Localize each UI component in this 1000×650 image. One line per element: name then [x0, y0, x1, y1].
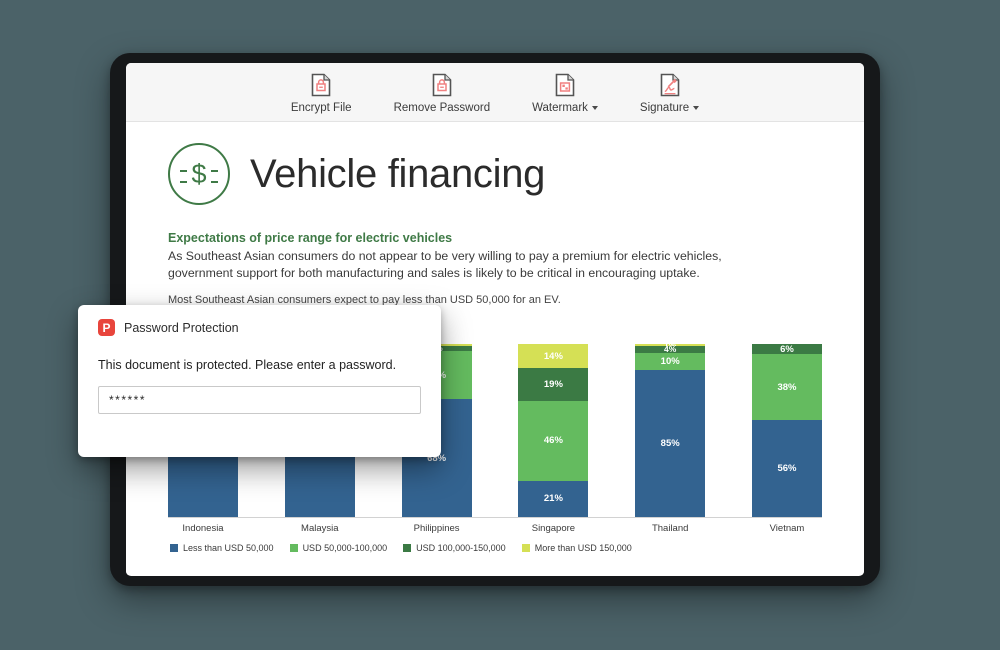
toolbar-label: Encrypt File [291, 102, 352, 114]
toolbar-label-text: Encrypt File [290, 101, 352, 114]
password-input[interactable]: ****** [98, 386, 421, 414]
legend-swatch [403, 544, 412, 552]
bar-singapore: 14% 19% 46% 21% [518, 344, 589, 517]
bar-segment: 38% [751, 354, 822, 421]
bar-segment: 21% [518, 480, 589, 517]
legend-swatch [289, 544, 298, 552]
bar-segment: 6% [751, 344, 822, 355]
chart-legend: Less than USD 50,000 USD 50,000-100,000 US… [168, 543, 822, 553]
dialog-title-bar: P Password Protection [98, 319, 421, 336]
x-axis-label: Singapore [531, 523, 576, 534]
chevron-down-icon[interactable] [693, 105, 700, 110]
chart-x-axis-labels: Indonesia Malaysia Philippines Singapore Tha… [168, 523, 822, 534]
x-axis-label: Thailand [651, 523, 689, 534]
dollar-circle-logo-icon: $ [168, 143, 230, 205]
toolbar: Encrypt File Remove Password Watermark S… [126, 63, 864, 122]
legend-label: USD 50,000-100,000 [302, 543, 388, 553]
bar-segment: 85% [635, 369, 706, 517]
toolbar-label: Watermark [532, 102, 598, 114]
bar-segment: 14% [518, 344, 589, 369]
legend-label: More than USD 150,000 [534, 543, 632, 553]
toolbar-label-text: Signature [639, 101, 690, 114]
legend-swatch [170, 544, 178, 552]
toolbar-label-text: Remove Password [393, 101, 491, 114]
x-axis-label: Indonesia [182, 523, 224, 534]
unlock-document-icon [432, 73, 452, 97]
x-axis-label: Malaysia [301, 523, 339, 534]
section-subheading: Expectations of price range for electric… [168, 231, 453, 245]
lock-document-icon [311, 73, 331, 97]
watermark-document-icon [555, 73, 575, 97]
legend-item[interactable]: USD 50,000-100,000 [289, 543, 388, 553]
bar-segment: 19% [518, 368, 589, 402]
bar-segment: 46% [518, 401, 589, 481]
legend-swatch [521, 544, 530, 552]
toolbar-button-encrypt-file[interactable]: Encrypt File [289, 73, 354, 114]
chevron-down-icon[interactable] [591, 105, 598, 110]
section-body-text: As Southeast Asian consumers do not appe… [168, 249, 722, 281]
x-axis-label: Philippines [413, 523, 460, 534]
signature-document-icon [660, 73, 680, 97]
legend-item[interactable]: USD 100,000-150,000 [403, 543, 506, 553]
document-header: $ Vehicle financing [168, 122, 822, 205]
toolbar-button-signature[interactable]: Signature [638, 73, 701, 114]
x-axis-label: Vietnam [769, 523, 805, 534]
legend-label: Less than USD 50,000 [183, 543, 274, 553]
bar-segment: 4% [635, 345, 706, 353]
bar-thailand: 1%4%10%85% [635, 344, 706, 517]
logo-symbol: $ [191, 158, 207, 189]
legend-item[interactable]: Less than USD 50,000 [170, 543, 274, 553]
toolbar-button-remove-password[interactable]: Remove Password [392, 73, 493, 114]
dialog-title: Password Protection [124, 320, 239, 335]
toolbar-label: Signature [639, 101, 700, 114]
password-protection-dialog: P Password Protection This document is p… [78, 305, 441, 457]
bar-segment: 56% [751, 420, 822, 517]
toolbar-button-watermark[interactable]: Watermark [530, 73, 600, 114]
legend-item[interactable]: More than USD 150,000 [521, 543, 632, 553]
toolbar-label-text: Watermark [532, 101, 588, 114]
app-logo-icon: P [98, 319, 115, 336]
legend-label: USD 100,000-150,000 [416, 543, 506, 553]
dialog-message: This document is protected. Please enter… [98, 358, 397, 372]
toolbar-label: Remove Password [394, 102, 491, 114]
page-title: Vehicle financing [250, 151, 546, 196]
bar-vietnam: 6% 38% 56% [751, 344, 822, 517]
bar-segment: 10% [635, 352, 706, 370]
